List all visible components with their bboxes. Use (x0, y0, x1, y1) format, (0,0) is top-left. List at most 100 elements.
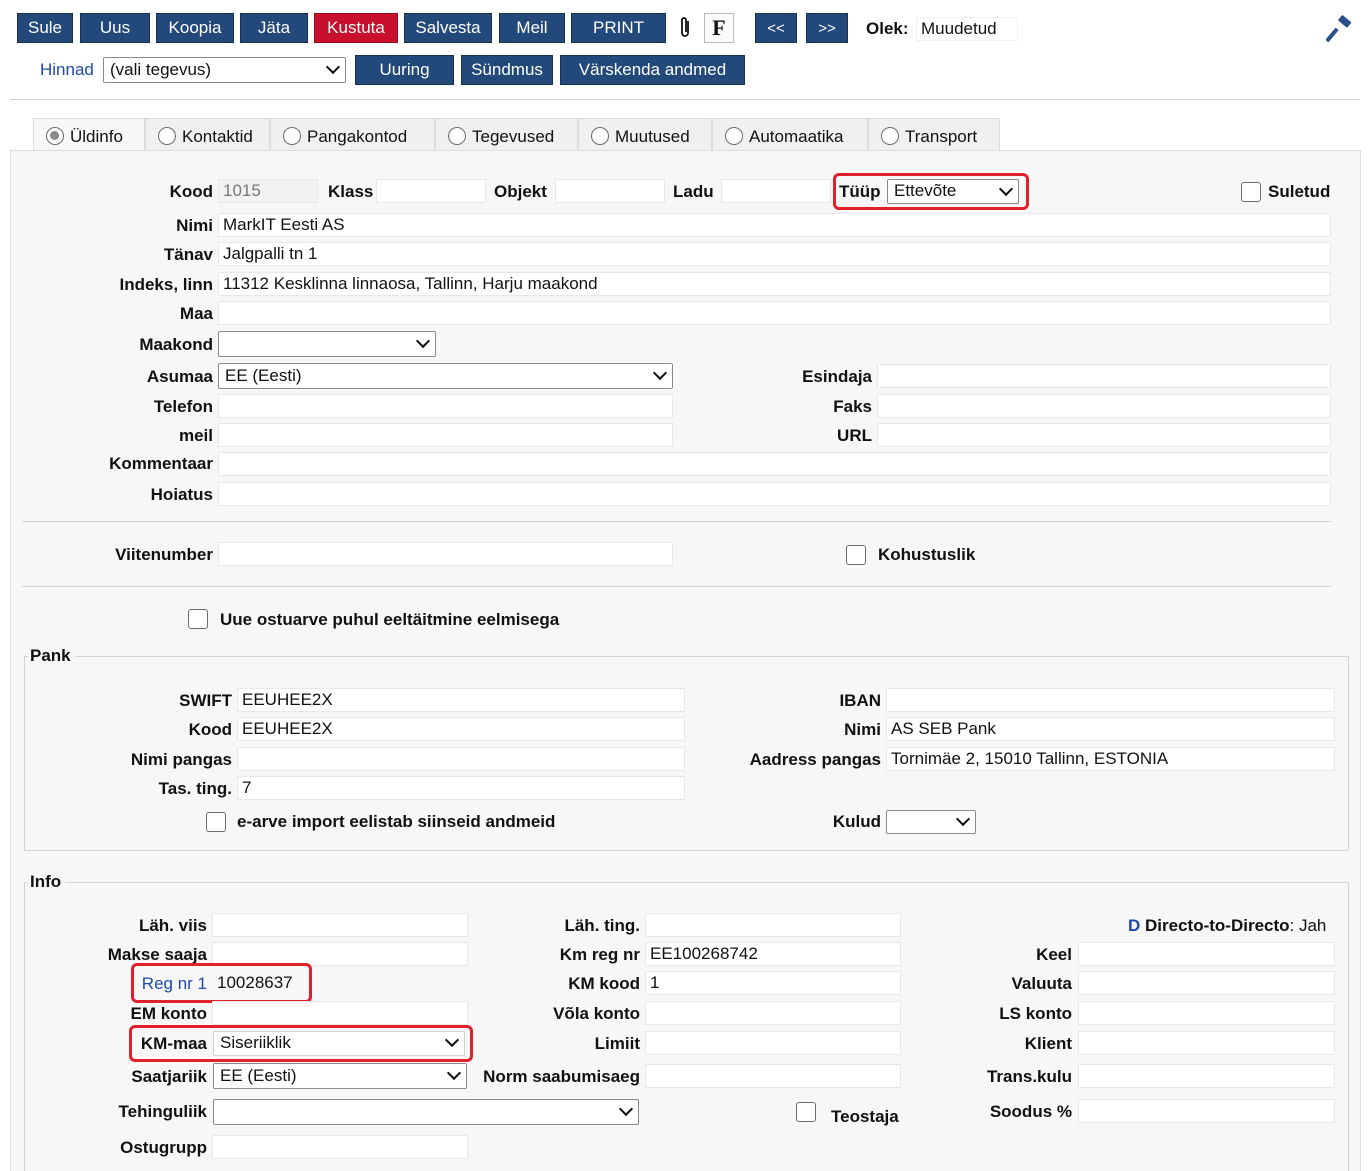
maa-field[interactable] (218, 301, 1331, 325)
nimi-pangas-label: Nimi pangas (130, 750, 232, 769)
tas-ting-field[interactable]: 7 (237, 776, 685, 800)
viitenumber-field[interactable] (218, 542, 673, 566)
vola-konto-label: Võla konto (553, 1004, 640, 1023)
saatjariik-select[interactable]: EE (Eesti) (213, 1063, 467, 1089)
km-reg-field[interactable]: EE100268742 (645, 942, 901, 966)
lah-viis-field[interactable] (212, 913, 468, 937)
klient-field[interactable] (1078, 1031, 1335, 1055)
valuuta-field[interactable] (1078, 971, 1335, 995)
em-konto-field[interactable] (212, 1001, 468, 1025)
saatjariik-label: Saatjariik (131, 1067, 207, 1086)
ls-konto-field[interactable] (1078, 1001, 1335, 1025)
url-field[interactable] (877, 423, 1331, 447)
kommentaar-field[interactable] (218, 452, 1331, 476)
faks-label: Faks (833, 397, 872, 416)
teostaja-label: Teostaja (831, 1107, 899, 1126)
soodus-field[interactable] (1078, 1099, 1335, 1123)
tyyp-select[interactable]: Ettevõte (887, 179, 1019, 204)
paperclip-icon[interactable] (670, 13, 700, 43)
uus-button[interactable]: Uus (80, 13, 150, 43)
url-label: URL (837, 426, 872, 445)
maa-label: Maa (179, 304, 213, 323)
uue-ostuarve-label: Uue ostuarve puhul eeltäitmine eelmisega (220, 610, 560, 629)
aadress-pangas-field[interactable]: Tornimäe 2, 15010 Tallinn, ESTONIA (886, 747, 1335, 771)
klass-field[interactable] (376, 179, 486, 203)
tanav-field[interactable]: Jalgpalli tn 1 (218, 242, 1331, 266)
kustuta-button[interactable]: Kustuta (314, 13, 398, 43)
uue-ostuarve-checkbox[interactable] (188, 609, 208, 629)
nimi-field[interactable]: MarkIT Eesti AS (218, 213, 1331, 237)
asumaa-select[interactable]: EE (Eesti) (218, 363, 673, 389)
aadress-pangas-label: Aadress pangas (749, 750, 881, 769)
lah-ting-field[interactable] (645, 913, 901, 937)
meil-field[interactable] (218, 423, 673, 447)
next-record-button[interactable]: >> (806, 13, 848, 43)
uuring-button[interactable]: Uuring (355, 55, 454, 85)
ladu-field[interactable] (721, 179, 831, 203)
pank-nimi-field[interactable]: AS SEB Pank (886, 717, 1335, 741)
esindaja-field[interactable] (877, 364, 1331, 388)
tab-transport[interactable]: Transport (868, 118, 1000, 150)
olek-value: Muudetud (916, 17, 1018, 41)
faks-field[interactable] (877, 394, 1331, 418)
objekt-field[interactable] (555, 179, 665, 203)
swift-field[interactable]: EEUHEE2X (237, 688, 685, 712)
pank-nimi-label: Nimi (844, 720, 881, 739)
sundmus-button[interactable]: Sündmus (461, 55, 553, 85)
telefon-field[interactable] (218, 394, 673, 418)
kohustuslik-label: Kohustuslik (878, 545, 976, 564)
ostugrupp-field[interactable] (212, 1135, 468, 1159)
km-kood-field[interactable]: 1 (645, 971, 901, 995)
asumaa-label: Asumaa (146, 367, 213, 386)
suletud-checkbox[interactable] (1241, 182, 1261, 202)
iban-label: IBAN (839, 691, 881, 710)
sule-button[interactable]: Sule (17, 13, 73, 43)
iban-field[interactable] (886, 688, 1335, 712)
reg-nr-link[interactable]: Reg nr 1 (142, 973, 207, 995)
vola-konto-field[interactable] (645, 1001, 901, 1025)
teostaja-checkbox[interactable] (796, 1102, 816, 1122)
pank-kood-field[interactable]: EEUHEE2X (237, 717, 685, 741)
tab-pangakontod[interactable]: Pangakontod (270, 118, 435, 150)
meil-button[interactable]: Meil (499, 13, 565, 43)
chevron-down-icon (652, 365, 668, 381)
varskenda-button[interactable]: Värskenda andmed (560, 55, 745, 85)
kulud-select[interactable] (886, 810, 976, 834)
nimi-pangas-field[interactable] (237, 747, 685, 771)
koopia-button[interactable]: Koopia (156, 13, 234, 43)
tab-kontaktid[interactable]: Kontaktid (145, 118, 270, 150)
tab-automaatika[interactable]: Automaatika (712, 118, 868, 150)
tab-tegevused[interactable]: Tegevused (435, 118, 578, 150)
keel-field[interactable] (1078, 942, 1335, 966)
tas-ting-label: Tas. ting. (158, 779, 232, 798)
earve-checkbox[interactable] (206, 812, 226, 832)
print-button[interactable]: PRINT (571, 13, 666, 43)
lah-viis-label: Läh. viis (138, 916, 207, 935)
tab-uldinfo[interactable]: Üldinfo (33, 118, 145, 152)
hammer-icon[interactable] (1325, 15, 1354, 48)
tehinguliik-select[interactable] (213, 1099, 639, 1125)
hoiatus-field[interactable] (218, 482, 1331, 506)
action-select[interactable]: (vali tegevus) (103, 57, 346, 83)
kood-field[interactable]: 1015 (218, 179, 318, 203)
hinnad-link[interactable]: Hinnad (40, 59, 94, 81)
indeks-label: Indeks, linn (119, 275, 213, 294)
salvesta-button[interactable]: Salvesta (404, 13, 492, 43)
km-reg-label: Km reg nr (559, 945, 640, 964)
reg-nr-field[interactable]: 10028637 (212, 971, 468, 995)
jata-button[interactable]: Jäta (240, 13, 308, 43)
km-maa-select[interactable]: Siseriiklik (213, 1031, 465, 1056)
trans-kulu-field[interactable] (1078, 1064, 1335, 1088)
soodus-label: Soodus % (989, 1102, 1072, 1121)
f-icon[interactable]: F (704, 13, 734, 43)
limiit-field[interactable] (645, 1031, 901, 1055)
maakond-select[interactable] (218, 331, 436, 357)
radio-icon (283, 127, 301, 145)
pank-kood-label: Kood (188, 720, 232, 739)
indeks-field[interactable]: 11312 Kesklinna linnaosa, Tallinn, Harju… (218, 272, 1331, 296)
norm-saabumisaeg-field[interactable] (645, 1064, 901, 1088)
prev-record-button[interactable]: << (755, 13, 797, 43)
kohustuslik-checkbox[interactable] (846, 545, 866, 565)
tab-muutused[interactable]: Muutused (578, 118, 712, 150)
em-konto-label: EM konto (130, 1004, 208, 1023)
